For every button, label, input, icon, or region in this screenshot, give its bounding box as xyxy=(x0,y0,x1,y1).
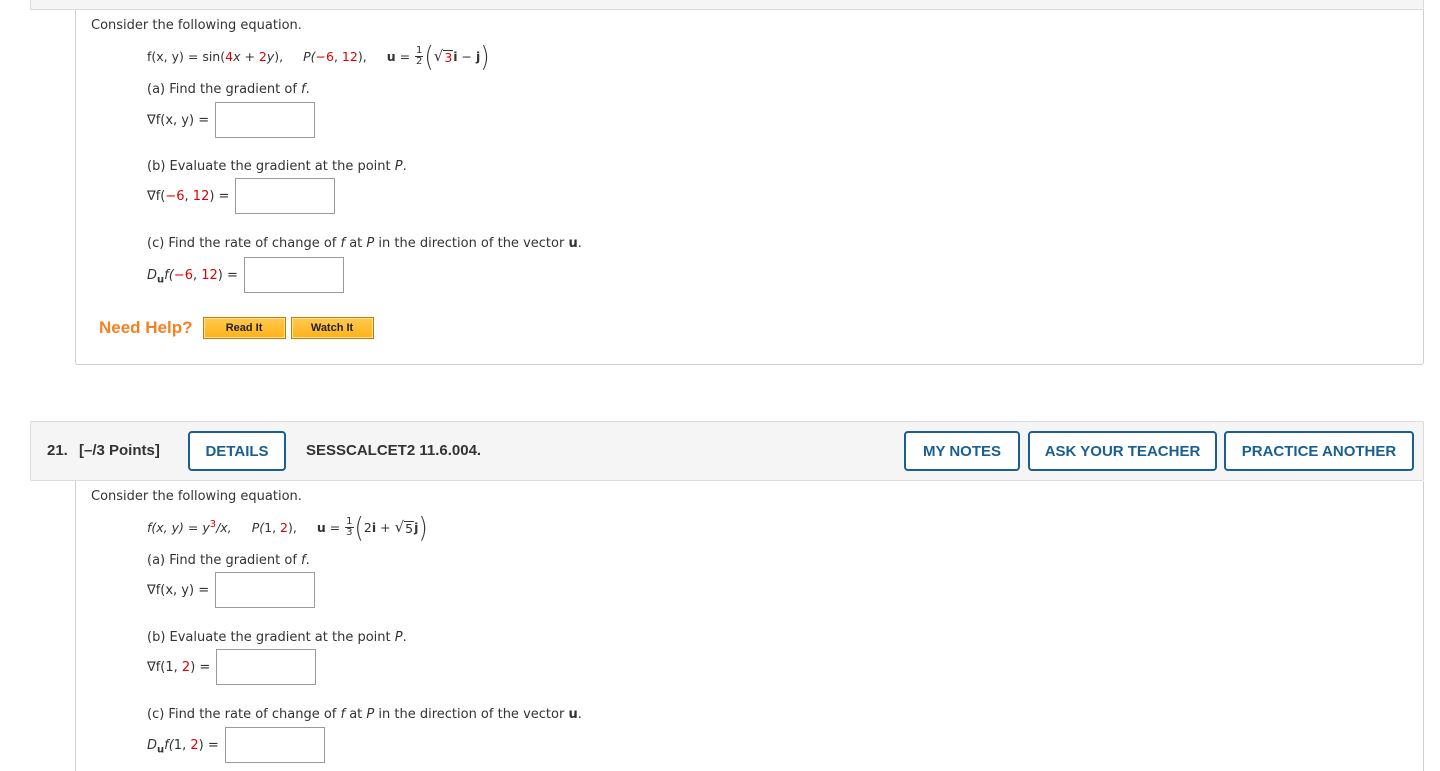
read-it-button[interactable]: Read It xyxy=(202,317,286,339)
fraction: 13 xyxy=(345,516,354,538)
part-a-prompt: (a) Find the gradient of f. xyxy=(147,82,310,97)
part-a-answer-row: ∇f(x, y) = xyxy=(147,572,316,608)
question-points: [–/3 Points] xyxy=(79,442,160,459)
function-definition: f(x, y) = sin(4x + 2y), xyxy=(147,49,284,64)
ask-your-teacher-button[interactable]: ASK YOUR TEACHER xyxy=(1028,431,1217,471)
part-c-prompt: (c) Find the rate of change of f at P in… xyxy=(147,707,582,722)
part-b-answer-row: ∇f(−6, 12) = xyxy=(147,178,336,214)
part-c-answer-row: Duf(−6, 12) = xyxy=(147,257,344,293)
function-definition: f(x, y) = y3/x, xyxy=(147,518,232,535)
part-c-prompt: (c) Find the rate of change of f at P in… xyxy=(147,236,582,251)
gradient-answer-input[interactable] xyxy=(215,102,316,138)
question-21-body: Consider the following equation. f(x, y)… xyxy=(75,481,1424,771)
part-b-answer-row: ∇f(1, 2) = xyxy=(147,649,317,685)
question-intro: Consider the following equation. xyxy=(91,489,302,504)
directional-derivative-input[interactable] xyxy=(224,727,325,763)
question-number: 21. xyxy=(47,442,68,459)
vector-definition: u = 13 ( 2i + √ 5 j ) xyxy=(316,511,428,544)
point-definition: P(−6, 12), xyxy=(303,49,367,64)
vector-definition: u = 12 ( √ 3 i − j ) xyxy=(386,40,490,73)
square-root: √ 3 xyxy=(433,47,454,65)
square-root: √ 5 xyxy=(394,518,415,536)
part-c-answer-label: Duf(1, 2) = xyxy=(147,737,219,756)
question-20-body: Consider the following equation. f(x, y)… xyxy=(75,10,1424,365)
details-button[interactable]: DETAILS xyxy=(188,431,286,471)
part-b-prompt: (b) Evaluate the gradient at the point P… xyxy=(147,159,407,174)
directional-derivative-input[interactable] xyxy=(243,257,344,293)
equation-line: f(x, y) = y3/x, P(1, 2), u = 13 ( 2i + √… xyxy=(147,511,428,544)
part-b-answer-label: ∇f(1, 2) = xyxy=(147,659,211,675)
need-help-section: Need Help? Read It Watch It xyxy=(99,317,379,339)
part-c-answer-label: Duf(−6, 12) = xyxy=(147,267,238,286)
watch-it-button[interactable]: Watch It xyxy=(290,317,374,339)
gradient-answer-input[interactable] xyxy=(215,572,316,608)
gradient-at-point-input[interactable] xyxy=(216,649,317,685)
question-code: SESSCALCET2 11.6.004. xyxy=(306,442,482,459)
part-a-answer-label: ∇f(x, y) = xyxy=(147,112,210,128)
part-b-prompt: (b) Evaluate the gradient at the point P… xyxy=(147,630,407,645)
previous-question-header xyxy=(30,0,1424,10)
part-a-answer-row: ∇f(x, y) = xyxy=(147,102,316,138)
my-notes-button[interactable]: MY NOTES xyxy=(904,431,1020,471)
part-c-answer-row: Duf(1, 2) = xyxy=(147,727,325,763)
point-definition: P(1, 2), xyxy=(251,520,297,535)
gradient-at-point-input[interactable] xyxy=(235,178,336,214)
part-a-answer-label: ∇f(x, y) = xyxy=(147,582,210,598)
fraction: 12 xyxy=(415,45,424,67)
question-21-header: 21. [–/3 Points] DETAILS SESSCALCET2 11.… xyxy=(30,421,1424,481)
part-a-prompt: (a) Find the gradient of f. xyxy=(147,553,310,568)
question-intro: Consider the following equation. xyxy=(91,18,302,33)
need-help-label: Need Help? xyxy=(99,318,193,337)
equation-line: f(x, y) = sin(4x + 2y), P(−6, 12), u = 1… xyxy=(147,40,490,73)
part-b-answer-label: ∇f(−6, 12) = xyxy=(147,188,230,204)
practice-another-button[interactable]: PRACTICE ANOTHER xyxy=(1224,431,1414,471)
